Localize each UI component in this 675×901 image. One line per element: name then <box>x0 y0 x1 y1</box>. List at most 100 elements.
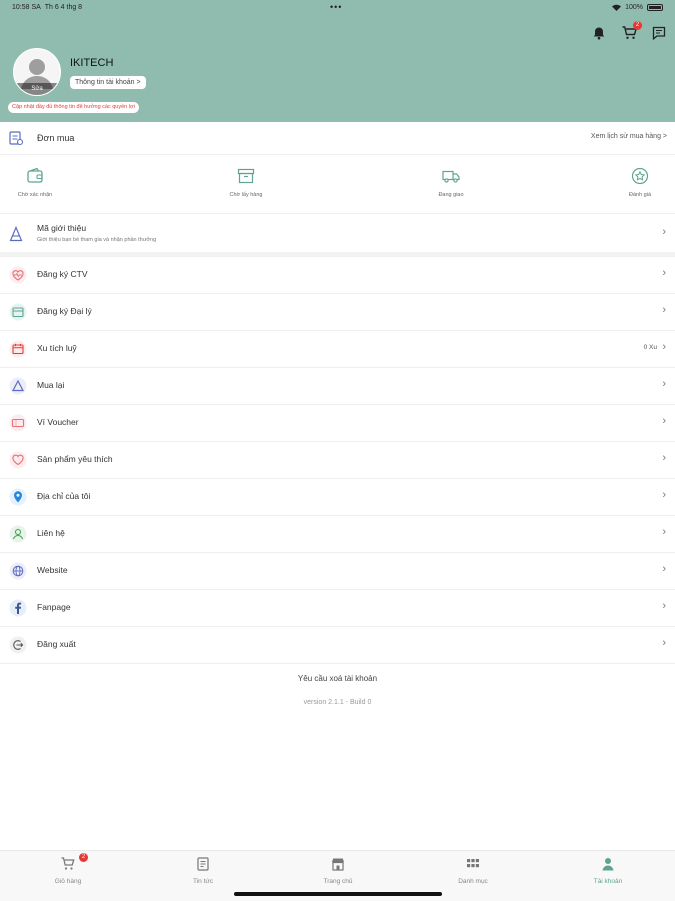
avatar[interactable]: Sửa <box>13 48 61 96</box>
logout-icon <box>9 636 27 654</box>
status-label: Chờ lấy hàng <box>229 192 263 198</box>
bottom-tab-bar: 2 Giỏ hàng Tin tức Trang chủ Danh mục Tà… <box>0 850 675 901</box>
chevron-right-icon: › <box>662 378 666 390</box>
status-label: Đánh giá <box>628 192 652 198</box>
menu-item-logout[interactable]: Đăng xuất › <box>0 627 675 664</box>
username: IKITECH <box>70 57 114 69</box>
person-icon <box>602 858 614 871</box>
tab-news[interactable]: Tin tức <box>153 856 253 892</box>
menu-item-label: Xu tích luỹ <box>37 343 77 353</box>
referral-title: Mã giới thiệu <box>37 223 87 233</box>
menu-item-favorites[interactable]: Sản phẩm yêu thích › <box>0 442 675 479</box>
chevron-right-icon: › <box>662 415 666 427</box>
tab-home[interactable]: Trang chủ <box>288 856 388 892</box>
header-cart-icon[interactable]: 2 <box>621 21 642 41</box>
status-bar: 10:58 SA Th 6 4 thg 8 ••• 100% <box>0 0 675 16</box>
update-info-note[interactable]: Cập nhật đầy đủ thông tin để hưởng các q… <box>8 102 139 113</box>
orders-row[interactable]: Đơn mua Xem lịch sử mua hàng > <box>0 122 675 155</box>
status-pending-confirm[interactable]: Chờ xác nhận <box>0 155 70 213</box>
tab-categories[interactable]: Danh mục <box>423 856 523 892</box>
battery-icon <box>647 4 663 11</box>
chevron-right-icon: › <box>662 452 666 464</box>
tab-account[interactable]: Tài khoản <box>558 856 658 892</box>
star-icon <box>631 167 649 185</box>
coin-balance: 0 Xu <box>643 344 657 351</box>
tab-label: Giỏ hàng <box>54 878 82 885</box>
menu-item-register-agency[interactable]: Đăng ký Đại lý › <box>0 294 675 331</box>
battery-percent: 100% <box>625 4 643 11</box>
chevron-right-icon: › <box>662 341 666 353</box>
wallet-icon <box>27 167 43 183</box>
facebook-icon <box>9 599 27 617</box>
referral-row[interactable]: Mã giới thiệu Giới thiệu bạn bè tham gia… <box>0 214 675 252</box>
status-time: 10:58 SA Th 6 4 thg 8 <box>12 4 83 11</box>
header-actions: 2 <box>591 21 667 41</box>
orders-label: Đơn mua <box>37 133 75 143</box>
menu-item-register-ctv[interactable]: Đăng ký CTV › <box>0 257 675 294</box>
menu-item-label: Ví Voucher <box>37 417 79 427</box>
status-pending-pickup[interactable]: Chờ lấy hàng <box>211 155 281 213</box>
chevron-right-icon: › <box>662 489 666 501</box>
bell-icon[interactable] <box>591 25 607 41</box>
multitask-dots[interactable]: ••• <box>330 2 342 12</box>
home-indicator <box>234 892 442 896</box>
order-status-row: Chờ xác nhận Chờ lấy hàng Đang giao Đánh… <box>0 155 675 214</box>
grid-icon <box>467 859 479 868</box>
tab-label: Danh mục <box>458 878 488 885</box>
home-store-icon <box>332 858 344 871</box>
location-pin-icon <box>9 488 27 506</box>
referral-icon <box>8 225 24 247</box>
menu-item-label: Sản phẩm yêu thích <box>37 454 113 464</box>
menu-item-contact[interactable]: Liên hệ › <box>0 516 675 553</box>
menu-item-website[interactable]: Website › <box>0 553 675 590</box>
menu-item-fanpage[interactable]: Fanpage › <box>0 590 675 627</box>
status-label: Chờ xác nhận <box>17 192 53 198</box>
menu-item-coins[interactable]: Xu tích luỹ 0 Xu › <box>0 331 675 368</box>
voucher-icon <box>9 414 27 432</box>
status-label: Đang giao <box>438 192 464 198</box>
cart-icon <box>61 857 75 870</box>
bag-icon <box>9 377 27 395</box>
wifi-icon <box>612 4 622 11</box>
account-info-button[interactable]: Thông tin tài khoản > <box>70 76 146 89</box>
heart-pulse-icon <box>9 266 27 284</box>
tab-cart-badge: 2 <box>79 853 88 862</box>
menu-item-voucher-wallet[interactable]: Ví Voucher › <box>0 405 675 442</box>
chevron-right-icon: › <box>662 563 666 575</box>
news-icon <box>197 857 209 871</box>
menu-item-label: Địa chỉ của tôi <box>37 491 91 501</box>
menu-item-label: Đăng ký Đại lý <box>37 306 92 316</box>
chevron-right-icon: › <box>662 226 666 238</box>
account-menu: Đăng ký CTV › Đăng ký Đại lý › Xu tích l… <box>0 257 675 664</box>
version-text: version 2.1.1 - Build 0 <box>303 699 372 706</box>
chevron-right-icon: › <box>662 600 666 612</box>
status-shipping[interactable]: Đang giao <box>416 155 486 213</box>
menu-item-label: Mua lại <box>37 380 65 390</box>
menu-item-label: Đăng xuất <box>37 639 76 649</box>
tab-label: Tài khoản <box>593 878 623 885</box>
chat-icon[interactable] <box>651 25 667 41</box>
referral-subtitle: Giới thiệu bạn bè tham gia và nhận phần … <box>37 237 157 243</box>
menu-item-label: Liên hệ <box>37 528 65 538</box>
chevron-right-icon: › <box>662 304 666 316</box>
status-review[interactable]: Đánh giá <box>605 155 675 213</box>
order-history-link[interactable]: Xem lịch sử mua hàng > <box>591 133 667 140</box>
menu-item-label: Website <box>37 565 68 575</box>
menu-item-label: Fanpage <box>37 602 71 612</box>
globe-icon <box>9 562 27 580</box>
tab-cart[interactable]: 2 Giỏ hàng <box>18 853 118 892</box>
avatar-edit-label[interactable]: Sửa <box>14 83 60 95</box>
calendar-coin-icon <box>9 340 27 358</box>
truck-icon <box>442 170 460 183</box>
clipboard-icon <box>8 130 24 151</box>
tab-label: Tin tức <box>192 878 213 885</box>
menu-item-label: Đăng ký CTV <box>37 269 88 279</box>
cart-badge: 2 <box>633 21 642 30</box>
menu-item-rebuy[interactable]: Mua lại › <box>0 368 675 405</box>
store-icon <box>9 303 27 321</box>
chevron-right-icon: › <box>662 526 666 538</box>
menu-item-my-address[interactable]: Địa chỉ của tôi › <box>0 479 675 516</box>
delete-account-link[interactable]: Yêu cầu xoá tài khoản <box>0 674 675 683</box>
contact-icon <box>9 525 27 543</box>
tab-label: Trang chủ <box>323 878 353 885</box>
